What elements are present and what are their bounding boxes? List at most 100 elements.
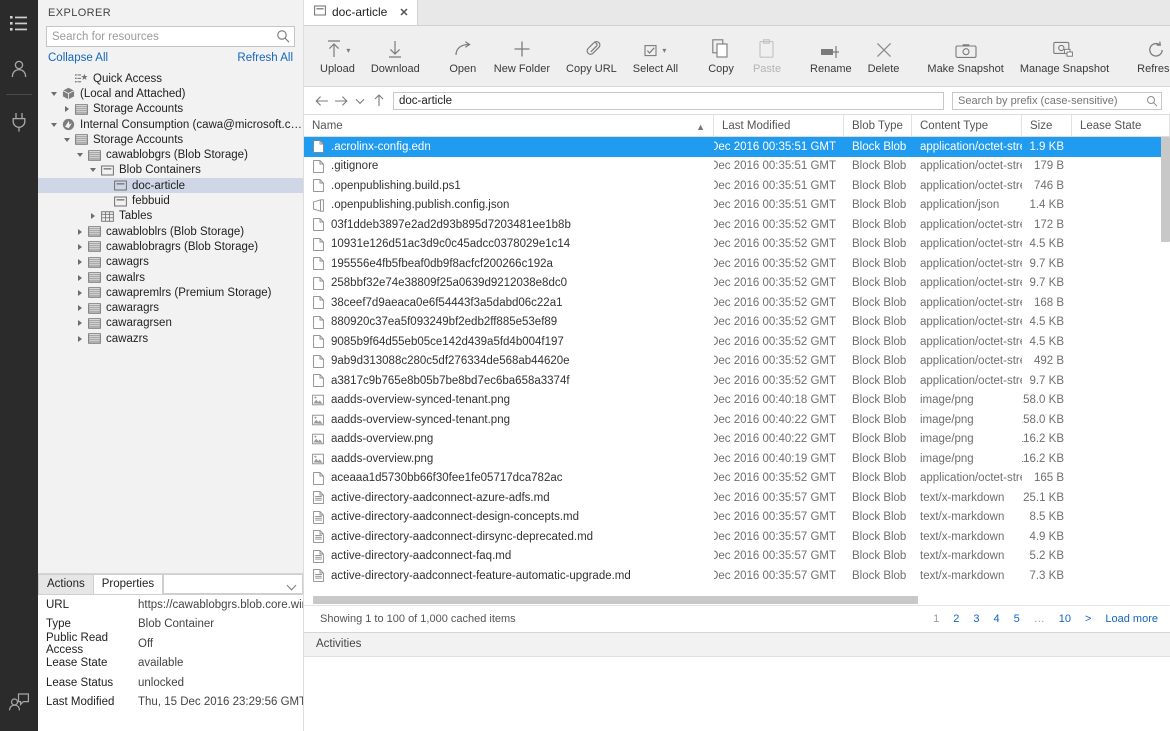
chevron-down-icon[interactable] [48,88,60,100]
tree-item-internal-consumption-cawa-microsoft-com[interactable]: Internal Consumption (cawa@microsoft.com… [38,117,303,132]
chevron-right-icon[interactable] [74,226,86,238]
column-header-modified[interactable]: Last Modified [714,115,844,136]
tree-item-quick-access[interactable]: Quick Access [38,71,303,86]
column-header-name[interactable]: Name ▲ [304,115,714,136]
table-row[interactable]: aceaaa1d5730bb66f30fee1fe05717dca782ac Fr… [304,469,1170,489]
collapse-all-link[interactable]: Collapse All [48,52,108,64]
tree-item-doc-article[interactable]: doc-article [38,178,303,194]
tree-item-tables[interactable]: Tables [38,209,303,224]
page-link-4[interactable]: 4 [993,613,999,625]
table-row[interactable]: active-directory-aadconnect-design-conce… [304,508,1170,528]
table-row[interactable]: 03f1ddeb3897e2ad2d93b895d7203481ee1b8b Fr… [304,215,1170,235]
chevron-right-icon[interactable] [74,302,86,314]
table-row[interactable]: aadds-overview.png Fri, 16 Dec 2016 00:40… [304,449,1170,469]
explorer-search-input[interactable] [46,26,295,47]
manage-snapshot-button[interactable]: Manage Snapshot [1012,26,1117,86]
chevron-down-icon[interactable] [350,91,369,111]
chevron-right-icon[interactable] [74,241,86,253]
vertical-scrollbar[interactable] [1161,137,1170,595]
chevron-right-icon[interactable] [74,256,86,268]
copy-button[interactable]: Copy [698,26,744,86]
back-icon[interactable] [312,91,331,111]
page-link-next[interactable]: > [1085,613,1091,625]
delete-button[interactable]: Delete [860,26,908,86]
table-row[interactable]: 9ab9d313088c280c5df276334de568ab44620e Fr… [304,352,1170,372]
close-icon[interactable]: ✕ [399,6,408,19]
chevron-right-icon[interactable] [74,317,86,329]
table-row[interactable]: active-directory-aadconnect-dirsync-depr… [304,527,1170,547]
chevron-down-icon[interactable] [74,149,86,161]
table-row[interactable]: 195556e4fb5fbeaf0db9f8acfcf200266c192a Fr… [304,254,1170,274]
download-button[interactable]: Download [363,26,428,86]
tab-properties[interactable]: Properties [92,574,164,594]
grid-body[interactable]: .acrolinx-config.edn Fri, 16 Dec 2016 00:… [304,137,1170,595]
table-row[interactable]: active-directory-aadconnect-feature-auto… [304,566,1170,586]
table-row[interactable]: aadds-overview.png Fri, 16 Dec 2016 00:40… [304,430,1170,450]
tree-item-local-and-attached[interactable]: (Local and Attached) [38,86,303,101]
column-header-blobtype[interactable]: Blob Type [844,115,912,136]
tree-item-cawablobragrs-blob-storage[interactable]: cawablobragrs (Blob Storage) [38,239,303,254]
chevron-right-icon[interactable] [74,333,86,345]
refresh-button[interactable]: Refresh [1129,26,1170,86]
copy-url-button[interactable]: Copy URL [558,26,625,86]
resource-tree[interactable]: Quick Access (Local and Attached) Storage … [38,70,303,573]
table-row[interactable]: .gitignore Fri, 16 Dec 2016 00:35:51 GMT B… [304,157,1170,177]
table-row[interactable]: .openpublishing.publish.config.json Fri, … [304,196,1170,216]
load-more-link[interactable]: Load more [1105,613,1158,625]
account-icon[interactable] [0,46,38,92]
table-row[interactable]: a3817c9b765e8b05b7be8bd7ec6ba658a3374f Fr… [304,371,1170,391]
table-row[interactable]: .acrolinx-config.edn Fri, 16 Dec 2016 00:… [304,137,1170,157]
page-link-5[interactable]: 5 [1014,613,1020,625]
table-row[interactable]: 880920c37ea5f093249bf2edb2ff885e53ef89 Fr… [304,313,1170,333]
pagination-pages[interactable]: 1 2 3 4 5 … 10 > Load more [933,613,1158,625]
chevron-right-icon[interactable] [74,272,86,284]
chevron-down-icon[interactable] [61,134,73,146]
table-row[interactable]: active-directory-aadconnect-faq.md Fri, 1… [304,547,1170,567]
table-row[interactable]: 10931e126d51ac3d9c0c45adcc0378029e1c14 Fr… [304,235,1170,255]
tree-item-cawagrs[interactable]: cawagrs [38,255,303,270]
tree-item-storage-accounts[interactable]: Storage Accounts [38,132,303,147]
open-button[interactable]: Open [440,26,486,86]
properties-dropdown[interactable] [163,574,303,594]
tree-item-cawaragrs[interactable]: cawaragrs [38,300,303,315]
table-row[interactable]: 258bbf32e74e38809f25a0639d9212038e8dc0 Fr… [304,274,1170,294]
path-input[interactable] [393,91,944,110]
refresh-all-link[interactable]: Refresh All [237,52,293,64]
make-snapshot-button[interactable]: Make Snapshot [919,26,1011,86]
tree-item-cawazrs[interactable]: cawazrs [38,331,303,346]
up-icon[interactable] [369,91,388,111]
tab-doc-article[interactable]: doc-article ✕ [304,0,418,25]
tree-item-storage-accounts[interactable]: Storage Accounts [38,102,303,117]
forward-icon[interactable] [331,91,350,111]
horizontal-scrollbar[interactable] [304,595,1170,605]
chevron-right-icon[interactable] [87,210,99,222]
tree-item-cawabloblrs-blob-storage[interactable]: cawabloblrs (Blob Storage) [38,224,303,239]
plug-icon[interactable] [0,99,38,145]
feedback-icon[interactable] [0,679,38,725]
explorer-icon[interactable] [0,0,38,46]
tree-item-cawapremlrs-premium-storage[interactable]: cawapremlrs (Premium Storage) [38,285,303,300]
table-row[interactable]: aadds-overview-synced-tenant.png Fri, 16 … [304,410,1170,430]
new-folder-button[interactable]: New Folder [486,26,558,86]
column-header-lease[interactable]: Lease State [1072,115,1170,136]
chevron-down-icon[interactable] [87,164,99,176]
table-row[interactable]: 9085b9f64d55eb05ce142d439a5fd4b004f197 Fr… [304,332,1170,352]
upload-button[interactable]: ▾ Upload [312,26,363,86]
table-row[interactable]: 38ceef7d9aeaca0e6f54443f3a5dabd06c22a1 Fr… [304,293,1170,313]
tree-item-cawaragrsen[interactable]: cawaragrsen [38,316,303,331]
tree-item-cawalrs[interactable]: cawalrs [38,270,303,285]
select-all-button[interactable]: ▾ Select All [625,26,686,86]
page-link-3[interactable]: 3 [973,613,979,625]
table-row[interactable]: active-directory-aadconnect-azure-adfs.m… [304,488,1170,508]
vertical-scroll-thumb[interactable] [1161,137,1170,242]
prefix-search-input[interactable] [952,91,1162,110]
chevron-right-icon[interactable] [74,287,86,299]
tree-item-cawablobgrs-blob-storage[interactable]: cawablobgrs (Blob Storage) [38,147,303,162]
tree-item-febbuid[interactable]: febbuid [38,193,303,208]
table-row[interactable]: aadds-overview-synced-tenant.png Fri, 16 … [304,391,1170,411]
chevron-down-icon[interactable] [48,119,60,131]
column-header-contenttype[interactable]: Content Type [912,115,1022,136]
horizontal-scroll-thumb[interactable] [313,596,918,604]
tree-item-blob-containers[interactable]: Blob Containers [38,163,303,178]
chevron-right-icon[interactable] [61,103,73,115]
